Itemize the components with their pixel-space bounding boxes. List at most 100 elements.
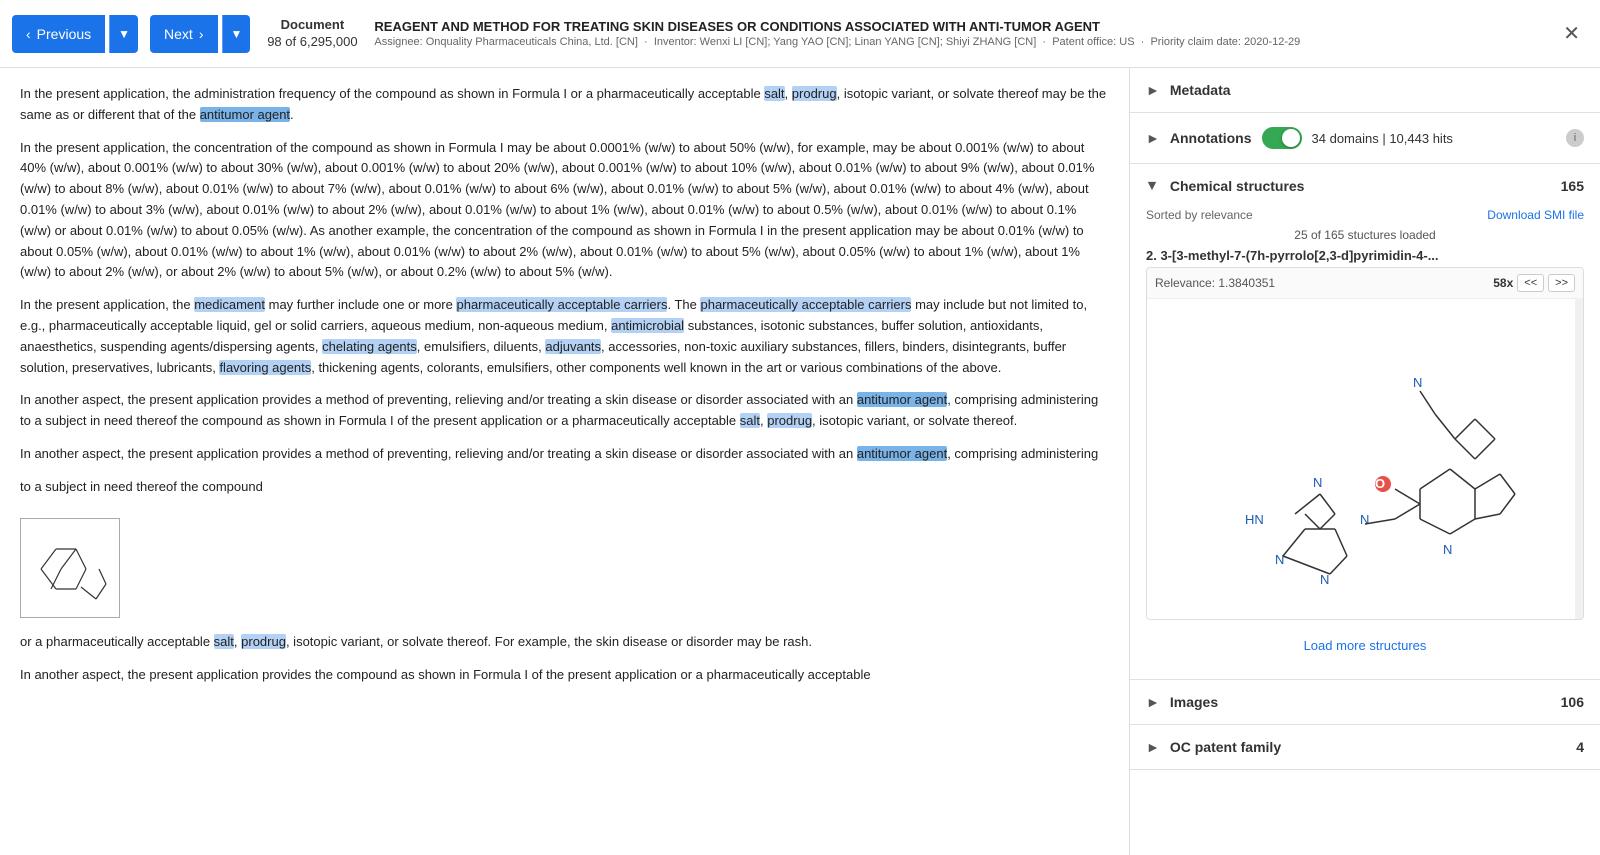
paragraph-1: In the present application, the administ… [20,84,1109,126]
document-count: 98 of 6,295,000 [267,34,357,51]
next-button[interactable]: Next › [150,15,217,53]
relevance-label: Relevance: 1.3840351 [1155,276,1275,290]
chem-body: Sorted by relevance Download SMI file 25… [1130,208,1600,679]
nav-group: ‹ Previous ▼ [12,15,138,53]
svg-text:HN: HN [1245,512,1264,527]
metadata-header[interactable]: ► Metadata [1130,68,1600,112]
annotations-stats: 34 domains | 10,443 hits [1312,131,1453,146]
structure-scrollbar[interactable] [1575,299,1583,619]
load-more-button[interactable]: Load more structures [1146,628,1584,663]
svg-text:N: N [1360,512,1369,527]
download-smi-link[interactable]: Download SMI file [1487,208,1584,222]
images-header[interactable]: ► Images 106 [1130,680,1600,724]
svg-text:N: N [1275,552,1284,567]
chem-title: Chemical structures [1170,178,1305,194]
right-panel: ► Metadata ► Annotations 34 domains | 10… [1130,68,1600,855]
main-layout: In the present application, the administ… [0,68,1600,855]
paragraph-8: In another aspect, the present applicati… [20,665,1109,686]
chem-header-left: ► Chemical structures [1146,178,1304,194]
annotations-toggle[interactable] [1262,127,1302,149]
close-button[interactable]: ✕ [1555,17,1588,50]
svg-text:N: N [1313,475,1322,490]
highlight-salt: salt [764,86,784,101]
chem-header[interactable]: ► Chemical structures 165 [1130,164,1600,208]
images-header-left: ► Images [1146,694,1218,710]
document-info: Document 98 of 6,295,000 [262,17,362,51]
chem-subheader: Sorted by relevance Download SMI file [1146,208,1584,222]
structure-image-area: N N HN [1147,299,1583,619]
previous-dropdown-button[interactable]: ▼ [109,15,138,53]
paragraph-3: In the present application, the medicame… [20,295,1109,378]
oc-patent-header[interactable]: ► OC patent family 4 [1130,725,1600,769]
sort-label: Sorted by relevance [1146,208,1253,222]
metadata-title: Metadata [1170,82,1231,98]
chem-count: 165 [1561,178,1584,194]
structure-controls: Relevance: 1.3840351 58x << >> [1147,268,1583,299]
svg-text:O: O [1375,476,1385,491]
oc-patent-title: OC patent family [1170,739,1281,755]
paragraph-5: In another aspect, the present applicati… [20,444,1109,465]
highlight-prodrug-3: prodrug [241,634,286,649]
highlight-salt-2: salt [740,413,760,428]
structure-nav: 58x << >> [1493,274,1575,292]
molecule-svg: N N HN [1165,309,1565,609]
document-label: Document [281,17,345,34]
oc-patent-section: ► OC patent family 4 [1130,725,1600,770]
highlight-adjuvants: adjuvants [545,339,601,354]
highlight-antitumor-3: antitumor agent [857,446,947,461]
patent-info: REAGENT AND METHOD FOR TREATING SKIN DIS… [374,19,1543,48]
images-title: Images [1170,694,1218,710]
highlight-antimicrobial: antimicrobial [611,318,684,333]
next-dropdown-button[interactable]: ▼ [222,15,251,53]
highlight-prodrug-2: prodrug [767,413,812,428]
next-label: Next [164,26,193,42]
annotations-section[interactable]: ► Annotations 34 domains | 10,443 hits i [1130,113,1600,164]
previous-label: Previous [37,26,91,42]
assignee: Assignee: Onquality Pharmaceuticals Chin… [374,36,638,48]
prev-arrow-icon: ‹ [26,26,31,42]
structure-title: 2. 3-[3-methyl-7-(7h-pyrrolo[2,3-d]pyrim… [1146,248,1584,263]
oc-patent-chevron-icon: ► [1146,739,1160,755]
annotations-title: Annotations [1170,130,1252,146]
images-count: 106 [1561,694,1584,710]
nav-prev-button[interactable]: << [1517,274,1544,292]
paragraph-2: In the present application, the concentr… [20,138,1109,284]
highlight-carriers-1: pharmaceutically acceptable carriers [456,297,667,312]
toggle-knob [1282,129,1300,147]
annotations-left: ► Annotations 34 domains | 10,443 hits [1146,127,1453,149]
oc-patent-header-left: ► OC patent family [1146,739,1281,755]
paragraph-7: or a pharmaceutically acceptable salt, p… [20,632,1109,653]
metadata-chevron-icon: ► [1146,82,1160,98]
patent-office: Patent office: US [1052,36,1134,48]
highlight-antitumor-1: antitumor agent [200,107,290,122]
highlight-antitumor-2: antitumor agent [857,392,947,407]
formula-image [20,518,120,618]
previous-button[interactable]: ‹ Previous [12,15,105,53]
paragraph-6: to a subject in need thereof the compoun… [20,477,1109,498]
document-pane[interactable]: In the present application, the administ… [0,68,1130,855]
metadata-header-left: ► Metadata [1146,82,1231,98]
metadata-section: ► Metadata [1130,68,1600,113]
chemical-structures-section: ► Chemical structures 165 Sorted by rele… [1130,164,1600,680]
structure-card: Relevance: 1.3840351 58x << >> N N [1146,267,1584,620]
nav-next-button[interactable]: >> [1548,274,1575,292]
structures-loaded: 25 of 165 stuctures loaded [1146,228,1584,242]
patent-title: REAGENT AND METHOD FOR TREATING SKIN DIS… [374,19,1543,34]
highlight-medicament: medicament [194,297,265,312]
highlight-salt-3: salt [214,634,234,649]
svg-text:N: N [1320,572,1329,587]
zoom-label: 58x [1493,276,1513,290]
chem-chevron-icon: ► [1145,179,1161,193]
patent-meta: Assignee: Onquality Pharmaceuticals Chin… [374,36,1543,48]
svg-text:N: N [1413,375,1422,390]
svg-text:N: N [1443,542,1452,557]
highlight-flavoring: flavoring agents [219,360,311,375]
next-nav-group: Next › ▼ [150,15,250,53]
highlight-prodrug: prodrug [792,86,837,101]
inventor: Inventor: Wenxi LI [CN]; Yang YAO [CN]; … [654,36,1037,48]
info-icon[interactable]: i [1566,129,1584,147]
oc-patent-count: 4 [1576,739,1584,755]
header: ‹ Previous ▼ Next › ▼ Document 98 of 6,2… [0,0,1600,68]
highlight-chelating: chelating agents [322,339,417,354]
images-chevron-icon: ► [1146,694,1160,710]
